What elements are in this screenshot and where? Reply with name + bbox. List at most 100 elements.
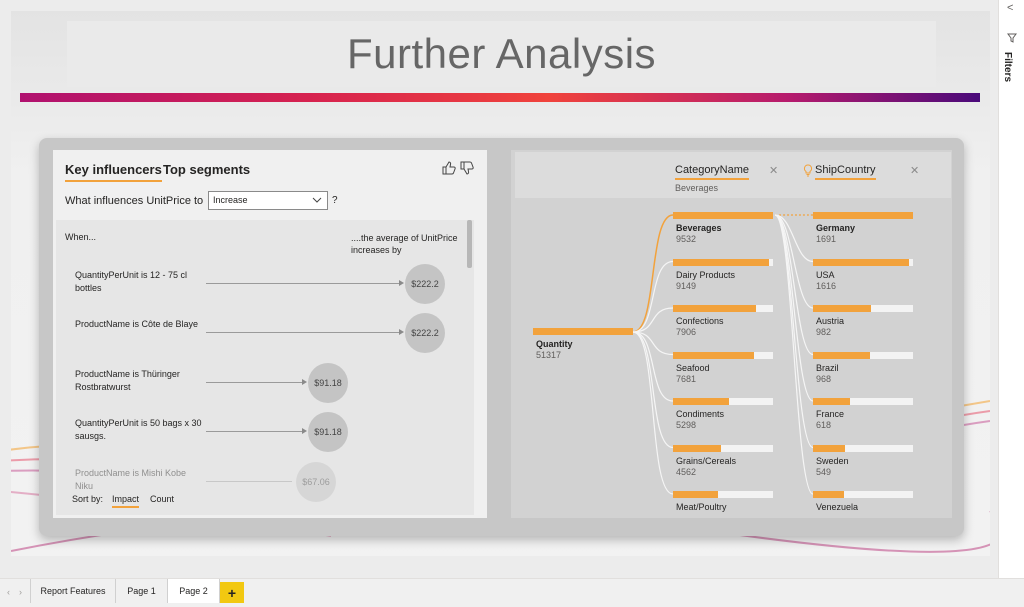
thumbs-down-icon[interactable] [460,161,474,175]
node-label: Dairy Products [676,269,736,280]
influencer-row[interactable]: ProductName is Côte de Blaye $222.2 [56,313,474,358]
node-label: Beverages [676,223,722,233]
node-bar-track [673,398,773,405]
tab-top-segments[interactable]: Top segments [163,162,250,177]
connector-line [632,214,674,333]
connector-line [632,331,674,495]
node-value: 5298 [676,420,697,430]
influencer-row[interactable]: QuantityPerUnit is 50 bags x 30 sausgs. … [56,412,474,457]
influencer-bubble[interactable]: $67.06 [296,462,336,502]
node-value: 7906 [676,327,697,337]
sort-count-option[interactable]: Count [150,494,174,504]
node-bar-track [673,491,773,498]
node-bar-fill [673,444,721,452]
node-bar-fill [813,258,909,266]
node-bar-fill [673,351,754,359]
node-bar-track [673,212,773,219]
influencer-label: ProductName is Mishi Kobe Niku [75,468,187,491]
report-title-box: Further Analysis [67,21,936,87]
influencer-bubble[interactable]: $222.2 [405,313,445,353]
node-bar-fill [813,444,845,452]
chevron-left-icon[interactable]: ‹ [7,587,10,597]
node-bar-track [813,351,913,359]
node-label: Meat/Poultry [676,502,727,512]
title-gradient-bar [20,93,980,102]
chevron-down-icon [312,197,322,203]
decomposition-tree-visual[interactable]: CategoryName ✕ Beverages ShipCountry ✕ Q… [511,150,952,518]
node-value: 9532 [676,234,697,244]
influencer-row[interactable]: ProductName is Thüringer Rostbratwurst $… [56,363,474,408]
tab-page-2[interactable]: Page 2 [168,579,220,603]
node-bar-track [813,444,913,452]
node-bar-fill [813,351,870,359]
node-bar-track [813,398,913,405]
influencer-connector [206,431,303,432]
node-bar-track [673,444,773,452]
node-label: Sweden [816,455,849,466]
chevron-right-icon[interactable]: › [19,587,22,597]
node-value: 618 [816,420,832,430]
node-bar-track [673,305,773,312]
arrow-icon [302,428,307,434]
influencer-value: $222.2 [411,328,439,338]
node-label: Seafood [676,362,710,373]
influence-direction-dropdown[interactable]: Increase [208,191,328,210]
thumbs-up-icon[interactable] [442,161,456,175]
influencer-bubble[interactable]: $91.18 [308,363,348,403]
filters-label[interactable]: Filters [1002,52,1013,82]
node-bar-fill [813,398,850,405]
node-bar-fill [673,305,756,312]
column-header-when: When... [65,232,97,242]
connector-line [774,214,814,309]
node-label: Brazil [816,362,839,373]
connector-line [774,214,814,449]
sort-by-label: Sort by: [72,494,104,504]
node-bar-track [673,258,773,266]
node-label: France [816,409,845,419]
influencer-bubble[interactable]: $222.2 [405,264,445,304]
sort-impact-option[interactable]: Impact [112,494,140,508]
influencer-connector [206,481,292,482]
node-label: Condiments [676,409,725,419]
node-bar-track [813,491,913,498]
arrow-icon [399,280,404,286]
column-header-average: ....the average of UnitPrice increases b… [351,233,458,255]
visual-panel: Key influencers Top segments What influe… [39,138,964,536]
filters-pane[interactable]: < Filters [998,0,1024,578]
key-influencers-visual[interactable]: Key influencers Top segments What influe… [53,150,487,518]
influencer-question: What influences UnitPrice to [65,195,204,207]
node-label: Venezuela [816,502,859,512]
node-label: Germany [816,223,856,233]
influencer-label: ProductName is Côte de Blaye [75,319,199,329]
influencer-value: $222.2 [411,279,439,289]
list-scrollbar[interactable] [467,220,472,268]
add-page-button[interactable]: + [220,582,244,603]
influencer-list[interactable]: When... ....the average of UnitPrice inc… [56,220,474,515]
node-bar-fill [813,491,844,498]
tab-report-features[interactable]: Report Features [30,579,116,603]
page-tab-bar: ‹ › Report Features Page 1 Page 2 + [0,578,1024,607]
tab-key-influencers[interactable]: Key influencers [65,162,162,182]
page-tab-label: Page 2 [179,586,208,596]
filter-icon [1007,33,1017,43]
node-label: Confections [676,316,724,326]
node-bar-fill [673,212,773,219]
report-canvas: Further Analysis Key influencers Top seg… [0,0,1000,578]
page-tab-label: Page 1 [127,586,156,596]
influencer-value: $91.18 [314,378,342,388]
help-question-mark[interactable]: ? [332,195,338,206]
collapse-filters-icon[interactable]: < [1007,2,1013,14]
tab-page-1[interactable]: Page 1 [116,579,168,603]
influencer-connector [206,382,303,383]
node-label: USA [816,269,835,280]
node-bar-fill [673,398,729,405]
connector-line [632,331,674,449]
arrow-icon [399,329,404,335]
connector-line [774,214,814,402]
influencer-label: ProductName is Thüringer Rostbratwurst [75,369,180,392]
influencer-value: $67.06 [302,477,330,487]
influencer-row[interactable]: QuantityPerUnit is 12 - 75 cl bottles $2… [56,264,474,309]
influencer-bubble[interactable]: $91.18 [308,412,348,452]
node-value: 4562 [676,466,697,477]
node-value: 9149 [676,280,697,291]
